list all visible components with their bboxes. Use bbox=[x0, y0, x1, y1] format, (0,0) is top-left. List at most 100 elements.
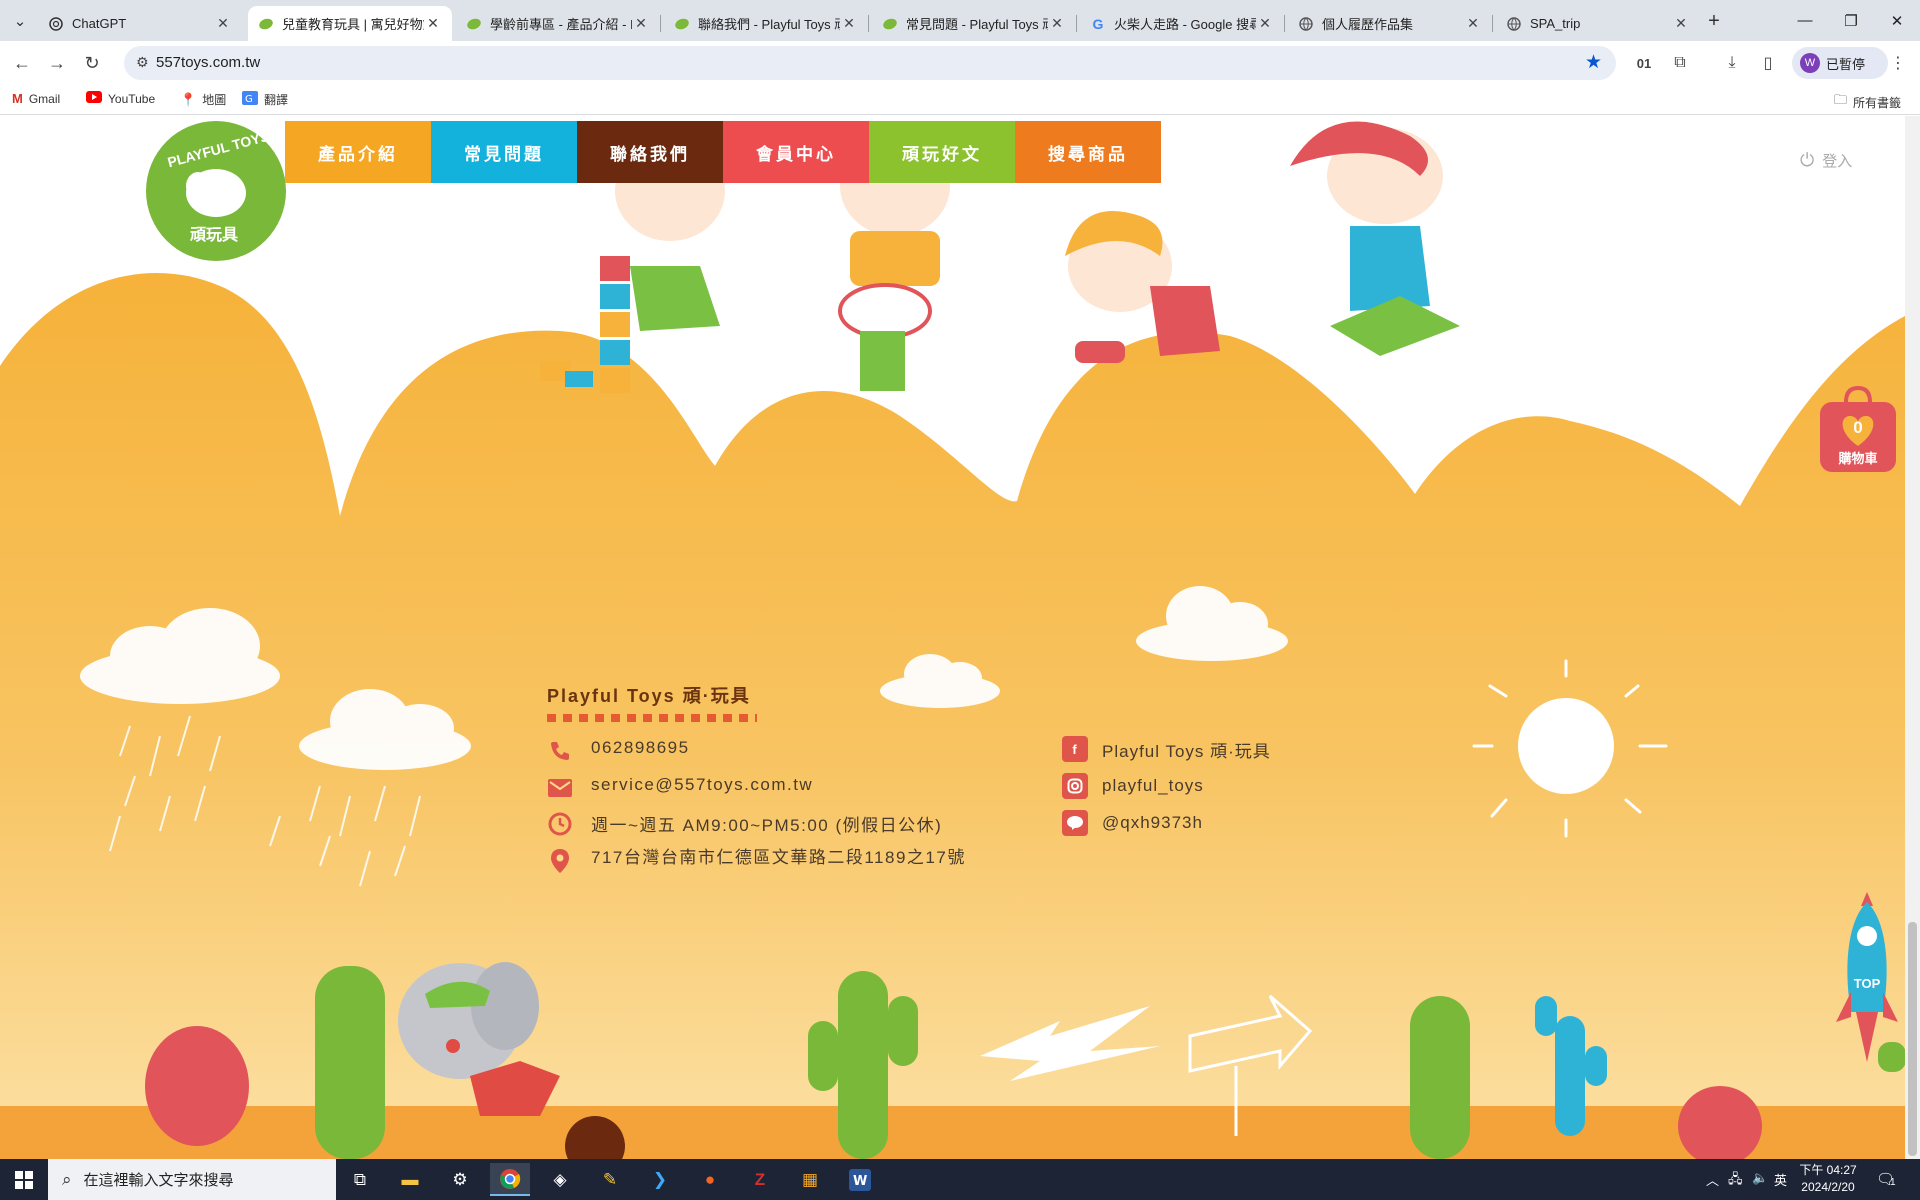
word-icon[interactable]: W bbox=[840, 1163, 880, 1196]
business-hours: 週一~週五 AM9:00~PM5:00 (例假日公休) bbox=[591, 816, 943, 835]
more-menu-icon[interactable]: ⋮ bbox=[1884, 49, 1912, 77]
search-placeholder: 在這裡輸入文字來搜尋 bbox=[83, 1172, 234, 1189]
reload-icon[interactable]: ↻ bbox=[78, 49, 106, 77]
bookmark-maps[interactable]: 📍 地圖 bbox=[180, 91, 226, 108]
tab-title: 火柴人走路 - Google 搜尋 bbox=[1114, 17, 1256, 32]
tab-title: 學齡前專區 - 產品介紹 - P bbox=[490, 17, 632, 32]
bookmark-translate[interactable]: G 翻譯 bbox=[242, 91, 288, 108]
search-icon: ⌕ bbox=[62, 1169, 72, 1189]
cart-count: 0 bbox=[1853, 418, 1863, 437]
all-bookmarks[interactable]: 🗀 所有書籤 bbox=[1834, 91, 1901, 113]
folder-icon: 🗀 bbox=[1834, 92, 1848, 107]
bookmark-label: 所有書籤 bbox=[1853, 95, 1902, 110]
kid-reading-book-illustration bbox=[1290, 121, 1460, 356]
network-icon[interactable]: 🖧 bbox=[1728, 1170, 1743, 1192]
location-pin-icon bbox=[547, 848, 573, 874]
contact-phone[interactable]: 062898695 bbox=[547, 738, 690, 764]
login-link[interactable]: ⏻ 登入 bbox=[1800, 150, 1852, 171]
bookmark-star-icon[interactable]: ★ bbox=[1585, 51, 1602, 74]
close-icon[interactable]: ✕ bbox=[424, 15, 442, 32]
extensions-puzzle-icon[interactable]: ⧉ bbox=[1666, 49, 1694, 77]
taskbar-search-input[interactable]: ⌕ 在這裡輸入文字來搜尋 bbox=[48, 1159, 336, 1200]
tab-chatgpt[interactable]: ChatGPT ✕ bbox=[38, 6, 242, 41]
nav-member[interactable]: 會員中心 bbox=[723, 121, 869, 183]
browser-toolbar: ← → ↻ ⚙ 557toys.com.tw ★ 01 ⧉ ⤓ ▯ W 已暫停 … bbox=[0, 41, 1920, 83]
globe-icon bbox=[1506, 16, 1522, 32]
close-icon[interactable]: ✕ bbox=[214, 15, 232, 32]
social-facebook[interactable]: f Playful Toys 頑·玩具 bbox=[1062, 736, 1271, 762]
close-icon[interactable]: ✕ bbox=[1048, 15, 1066, 32]
cart-button[interactable]: 0 購物車 bbox=[1818, 384, 1898, 474]
close-icon[interactable]: ✕ bbox=[1256, 15, 1274, 32]
tab-spa-trip[interactable]: SPA_trip ✕ bbox=[1496, 6, 1700, 41]
network-app-icon[interactable]: ⚙ bbox=[440, 1163, 480, 1196]
tray-chevron-icon[interactable]: ︿ bbox=[1706, 1170, 1719, 1189]
bookmark-label: 翻譯 bbox=[264, 93, 289, 107]
forward-arrow-icon[interactable]: → bbox=[43, 49, 71, 77]
window-close-icon[interactable]: ✕ bbox=[1874, 0, 1920, 41]
new-tab-plus-icon[interactable]: + bbox=[1702, 9, 1726, 33]
bookmark-gmail[interactable]: M Gmail bbox=[12, 91, 60, 106]
task-view-icon[interactable]: ⧉ bbox=[340, 1163, 380, 1196]
gmail-icon: M bbox=[12, 91, 23, 106]
scrollbar-thumb[interactable] bbox=[1908, 922, 1917, 1156]
leaf-icon bbox=[674, 16, 690, 32]
social-instagram[interactable]: playful_toys bbox=[1062, 773, 1204, 799]
side-panel-icon[interactable]: ▯ bbox=[1754, 49, 1782, 77]
bookmark-youtube[interactable]: YouTube bbox=[86, 91, 155, 106]
extension-01-icon[interactable]: 01 bbox=[1630, 49, 1658, 77]
virtualbox-icon[interactable]: ◈ bbox=[540, 1163, 580, 1196]
contact-email[interactable]: service@557toys.com.tw bbox=[547, 775, 813, 801]
maps-icon: 📍 bbox=[180, 91, 197, 107]
chrome-icon[interactable] bbox=[490, 1163, 530, 1196]
taskbar-clock[interactable]: 下午 04:27 2024/2/20 bbox=[1798, 1162, 1858, 1196]
tab-contact[interactable]: 聯絡我們 - Playful Toys 頑 ✕ bbox=[664, 6, 868, 41]
facebook-label: Playful Toys 頑·玩具 bbox=[1102, 741, 1271, 761]
site-info-icon[interactable]: ⚙ bbox=[136, 54, 149, 71]
tab-search-chevron-icon[interactable]: ⌄ bbox=[8, 9, 32, 33]
nav-products[interactable]: 產品介紹 bbox=[285, 121, 431, 183]
back-to-top-button[interactable]: TOP bbox=[1828, 892, 1905, 1072]
file-explorer-icon[interactable]: ▬ bbox=[390, 1163, 430, 1196]
contact-hours: 週一~週五 AM9:00~PM5:00 (例假日公休) bbox=[547, 811, 942, 837]
line-id: @qxh9373h bbox=[1102, 813, 1203, 832]
download-icon[interactable]: ⤓ bbox=[1718, 49, 1746, 77]
nav-contact[interactable]: 聯絡我們 bbox=[577, 121, 723, 183]
restore-icon[interactable]: ❐ bbox=[1828, 0, 1874, 41]
winrar-icon[interactable]: ▦ bbox=[790, 1163, 830, 1196]
filezilla-icon[interactable]: Z bbox=[740, 1163, 780, 1196]
tab-active-toys-home[interactable]: 兒童教育玩具 | 寓兒好物館 ✕ bbox=[248, 6, 452, 41]
mail-icon bbox=[547, 775, 573, 801]
close-icon[interactable]: ✕ bbox=[632, 15, 650, 32]
profile-button[interactable]: W 已暫停 bbox=[1792, 47, 1888, 79]
minimize-icon[interactable]: — bbox=[1782, 0, 1828, 41]
facebook-icon: f bbox=[1062, 736, 1088, 762]
tab-portfolio[interactable]: 個人履歷作品集 ✕ bbox=[1288, 6, 1492, 41]
pinned-app-icon[interactable]: ✎ bbox=[590, 1163, 630, 1196]
avatar: W bbox=[1800, 53, 1820, 73]
close-icon[interactable]: ✕ bbox=[1672, 15, 1690, 32]
playful-toys-logo[interactable]: PLAYFUL TOYS 頑玩具 bbox=[146, 121, 286, 261]
volume-icon[interactable]: 🔈 bbox=[1752, 1170, 1768, 1186]
social-line[interactable]: @qxh9373h bbox=[1062, 810, 1203, 836]
url-text[interactable]: 557toys.com.tw bbox=[156, 54, 260, 71]
close-icon[interactable]: ✕ bbox=[840, 15, 858, 32]
bookmark-label: YouTube bbox=[108, 91, 156, 106]
leaf-icon bbox=[258, 16, 274, 32]
tab-preschool[interactable]: 學齡前專區 - 產品介紹 - P ✕ bbox=[456, 6, 660, 41]
close-icon[interactable]: ✕ bbox=[1464, 15, 1482, 32]
youtube-icon bbox=[86, 91, 102, 106]
ime-indicator[interactable]: 英 bbox=[1774, 1170, 1787, 1189]
nav-search[interactable]: 搜尋商品 bbox=[1015, 121, 1161, 183]
nav-articles[interactable]: 頑玩好文 bbox=[869, 121, 1015, 183]
vscode-icon[interactable]: ❯ bbox=[640, 1163, 680, 1196]
translate-icon: G bbox=[242, 91, 258, 108]
sublime-icon[interactable]: ● bbox=[690, 1163, 730, 1196]
address-bar[interactable]: ⚙ 557toys.com.tw ★ bbox=[124, 46, 1616, 80]
page-scrollbar[interactable] bbox=[1905, 116, 1920, 1159]
windows-start-icon[interactable] bbox=[0, 1159, 48, 1200]
tab-google-search[interactable]: G 火柴人走路 - Google 搜尋 ✕ bbox=[1080, 6, 1284, 41]
back-arrow-icon[interactable]: ← bbox=[8, 49, 36, 77]
nav-faq[interactable]: 常見問題 bbox=[431, 121, 577, 183]
tab-faq[interactable]: 常見問題 - Playful Toys 頑 ✕ bbox=[872, 6, 1076, 41]
